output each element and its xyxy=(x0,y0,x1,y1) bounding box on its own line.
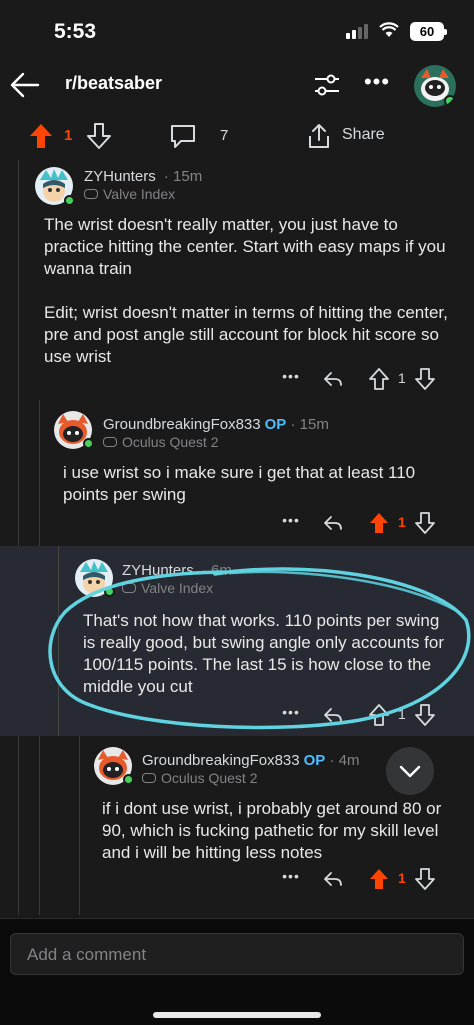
reply-icon[interactable] xyxy=(322,704,344,726)
subreddit-name[interactable]: r/beatsaber xyxy=(65,73,162,94)
downvote-icon[interactable] xyxy=(86,122,112,150)
wifi-icon xyxy=(379,22,399,37)
online-status-dot xyxy=(83,438,94,449)
comment: ZYHunters · 15m Valve Index The wrist do… xyxy=(0,160,474,400)
comment-actions: ••• 1 xyxy=(280,510,460,538)
battery-icon: 60 xyxy=(410,22,447,41)
user-avatar[interactable] xyxy=(413,64,457,108)
post-vote-count: 1 xyxy=(64,127,73,144)
comment-actions: ••• 1 xyxy=(280,366,460,394)
comment-body: i use wrist so i make sure i get that at… xyxy=(63,463,416,504)
comment-count: 7 xyxy=(220,127,229,144)
comment-username[interactable]: ZYHunters · 6m xyxy=(122,562,232,579)
sort-icon[interactable] xyxy=(310,68,344,102)
online-status-dot xyxy=(64,195,75,206)
downvote-icon[interactable] xyxy=(414,367,436,391)
downvote-icon[interactable] xyxy=(414,867,436,891)
vr-headset-icon xyxy=(103,437,117,447)
downvote-icon[interactable] xyxy=(414,511,436,535)
reply-icon[interactable] xyxy=(322,868,344,890)
reply-icon[interactable] xyxy=(322,512,344,534)
add-comment-input[interactable]: Add a comment xyxy=(10,933,464,975)
comment-username[interactable]: ZYHunters · 15m xyxy=(84,168,202,185)
upvote-icon[interactable] xyxy=(368,511,390,535)
share-icon[interactable] xyxy=(306,122,332,150)
home-indicator[interactable] xyxy=(153,1012,321,1018)
back-arrow-icon[interactable] xyxy=(8,68,42,102)
post-action-bar: 1 7 Share xyxy=(0,118,474,154)
vr-headset-icon xyxy=(122,583,136,593)
user-flair: Oculus Quest 2 xyxy=(142,770,258,786)
comment-body: That's not how that works. 110 points pe… xyxy=(83,611,444,696)
top-nav: r/beatsaber ••• xyxy=(0,62,474,108)
upvote-icon[interactable] xyxy=(368,867,390,891)
user-flair: Valve Index xyxy=(122,580,213,596)
comment-body: The wrist doesn't really matter, you jus… xyxy=(44,215,448,366)
upvote-icon[interactable] xyxy=(368,367,390,391)
comment-username[interactable]: GroundbreakingFox833 OP · 4m xyxy=(142,752,359,769)
comment-body: if i dont use wrist, i probably get arou… xyxy=(102,799,442,862)
share-button[interactable]: Share xyxy=(342,126,385,144)
comment-actions: ••• 1 xyxy=(280,866,460,894)
more-options-icon[interactable]: ••• xyxy=(280,868,302,884)
clock: 5:53 xyxy=(54,20,97,43)
vr-headset-icon xyxy=(142,773,156,783)
comment-actions: ••• 1 xyxy=(280,702,460,730)
comment: ZYHunters · 6m Valve Index That's not ho… xyxy=(0,546,474,736)
comment: GroundbreakingFox833 OP · 15m Oculus Ques… xyxy=(0,400,474,545)
upvote-icon[interactable] xyxy=(28,122,54,150)
comment-vote-count: 1 xyxy=(398,870,406,886)
scroll-to-next-button[interactable] xyxy=(386,747,434,795)
more-options-icon[interactable]: ••• xyxy=(280,512,302,528)
more-icon[interactable]: ••• xyxy=(360,68,394,102)
chevron-down-icon xyxy=(399,765,421,778)
bottom-bar: Add a comment xyxy=(0,918,474,1025)
comment-username[interactable]: GroundbreakingFox833 OP · 15m xyxy=(103,416,329,433)
user-flair: Valve Index xyxy=(84,186,175,202)
upvote-icon[interactable] xyxy=(368,703,390,727)
user-flair: Oculus Quest 2 xyxy=(103,434,219,450)
comment-vote-count: 1 xyxy=(398,514,406,530)
comment-vote-count: 1 xyxy=(398,706,406,722)
status-bar: 5:53 60 xyxy=(0,0,474,60)
downvote-icon[interactable] xyxy=(414,703,436,727)
cellular-signal-icon xyxy=(346,24,368,39)
reply-icon[interactable] xyxy=(322,368,344,390)
comment-icon[interactable] xyxy=(168,122,198,150)
online-status-dot xyxy=(104,586,115,597)
more-options-icon[interactable]: ••• xyxy=(280,368,302,384)
comment-vote-count: 1 xyxy=(398,370,406,386)
online-status-dot xyxy=(123,774,134,785)
vr-headset-icon xyxy=(84,189,98,199)
more-options-icon[interactable]: ••• xyxy=(280,704,302,720)
